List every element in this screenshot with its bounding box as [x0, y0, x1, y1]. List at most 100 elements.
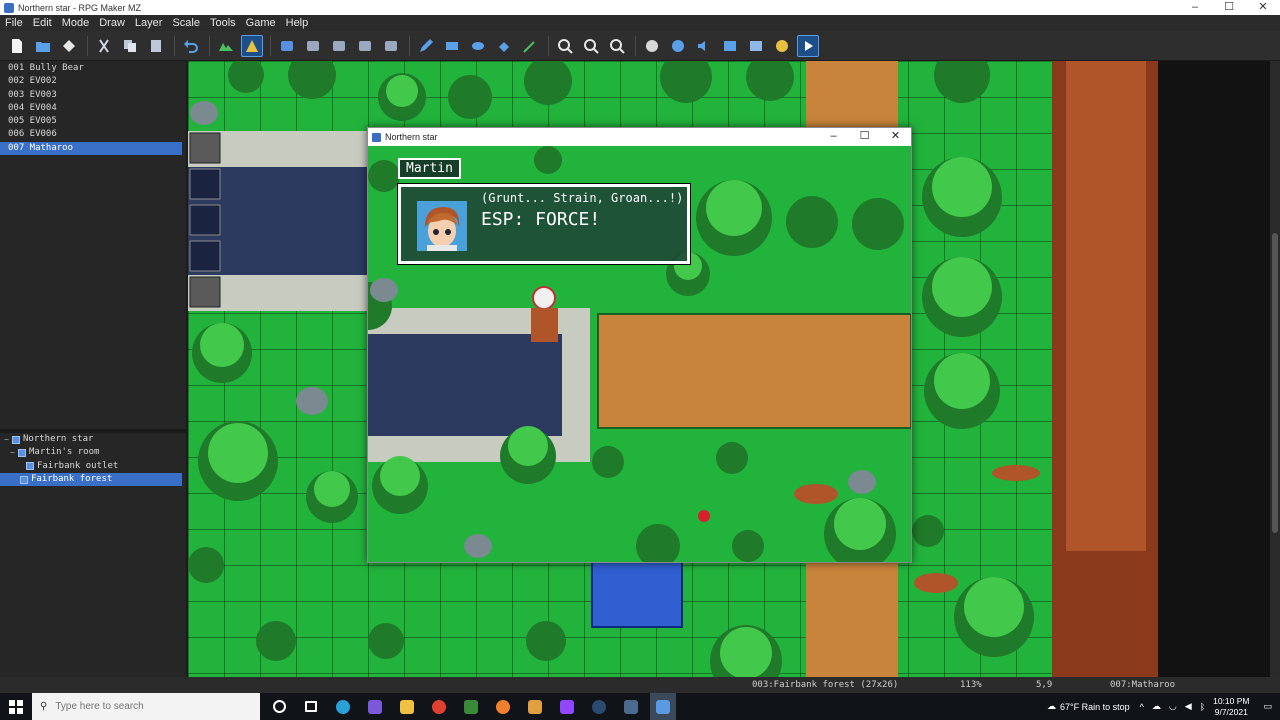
shadow-pen-icon[interactable] — [519, 35, 541, 57]
map-tree-root[interactable]: − Northern star — [0, 433, 186, 446]
map-icon — [20, 475, 28, 484]
window-controls: – ☐ ✕ — [1178, 0, 1280, 15]
event-item-selected[interactable]: 007 Matharoo — [0, 141, 182, 156]
message-text-line-1: (Grunt... Strain, Groan...!) — [481, 191, 684, 205]
maximize-button[interactable]: ☐ — [1212, 0, 1246, 15]
clock-time: 10:10 PM — [1213, 695, 1250, 706]
map-mode-icon[interactable] — [215, 35, 237, 57]
event-item[interactable]: 002 EV002 — [0, 75, 186, 88]
message-window[interactable]: (Grunt... Strain, Groan...!) ESP: FORCE! — [397, 183, 691, 265]
chrome-icon[interactable] — [426, 693, 452, 720]
event-searcher-icon[interactable] — [719, 35, 741, 57]
event-item[interactable]: 005 EV005 — [0, 115, 186, 128]
start-button[interactable] — [0, 693, 32, 720]
close-button[interactable]: ✕ — [1246, 0, 1280, 15]
menu-scale[interactable]: Scale — [167, 17, 205, 29]
app-icon-castle[interactable] — [618, 693, 644, 720]
edge-icon[interactable] — [330, 693, 356, 720]
firefox-icon[interactable] — [490, 693, 516, 720]
network-icon[interactable]: ☁ — [1152, 701, 1161, 712]
rock — [190, 101, 218, 125]
event-item[interactable]: 006 EV006 — [0, 128, 186, 141]
menu-game[interactable]: Game — [241, 17, 281, 29]
new-project-icon[interactable] — [6, 35, 28, 57]
resource-manager-icon[interactable] — [745, 35, 767, 57]
rpg-maker-icon[interactable] — [650, 693, 676, 720]
twitch-icon[interactable] — [554, 693, 580, 720]
tree — [256, 621, 296, 661]
copy-icon[interactable] — [119, 35, 141, 57]
event-item[interactable]: 003 EV003 — [0, 89, 186, 102]
open-project-icon[interactable] — [32, 35, 54, 57]
menu-draw[interactable]: Draw — [94, 17, 130, 29]
event-item[interactable]: 001 Bully Bear — [0, 62, 186, 75]
playtest-icon[interactable] — [797, 34, 819, 57]
layer-1-icon[interactable] — [276, 35, 298, 57]
sound-test-icon[interactable] — [693, 35, 715, 57]
map-tree-item[interactable]: − Martin's room — [0, 446, 186, 459]
layer-auto-icon[interactable] — [380, 35, 402, 57]
map-tree-item-selected[interactable]: Fairbank forest — [0, 472, 182, 487]
playtest-minimize-button[interactable]: – — [818, 128, 849, 146]
notifications-icon[interactable]: ▭ — [1263, 701, 1272, 712]
collapse-icon[interactable]: − — [4, 433, 12, 446]
pencil-icon[interactable] — [415, 35, 437, 57]
menu-mode[interactable]: Mode — [57, 17, 95, 29]
cut-icon[interactable] — [93, 35, 115, 57]
paste-icon[interactable] — [145, 35, 167, 57]
app-icon — [4, 2, 14, 13]
log — [794, 484, 838, 504]
vertical-scrollbar[interactable] — [1270, 61, 1280, 677]
steam-icon[interactable] — [586, 693, 612, 720]
layer-2-icon[interactable] — [302, 35, 324, 57]
layer-3-icon[interactable] — [328, 35, 350, 57]
cortana-icon[interactable] — [266, 693, 292, 720]
menu-help[interactable]: Help — [281, 17, 314, 29]
mushroom — [698, 510, 710, 522]
event-tile-marker — [189, 276, 221, 308]
minimize-button[interactable]: – — [1178, 0, 1212, 15]
wifi-icon[interactable]: ◡ — [1169, 701, 1177, 712]
event-tile-marker — [189, 168, 221, 200]
menu-edit[interactable]: Edit — [28, 17, 57, 29]
map-tree-label: Fairbank outlet — [37, 460, 119, 471]
save-project-icon[interactable] — [58, 35, 80, 57]
menu-file[interactable]: File — [0, 17, 28, 29]
bluetooth-icon[interactable]: ᛒ — [1200, 702, 1205, 712]
event-item[interactable]: 004 EV004 — [0, 102, 186, 115]
task-view-icon[interactable] — [298, 693, 324, 720]
database-icon[interactable] — [641, 35, 663, 57]
layer-4-icon[interactable] — [354, 35, 376, 57]
menu-layer[interactable]: Layer — [130, 17, 168, 29]
map-tree-item[interactable]: Fairbank outlet — [0, 460, 186, 473]
ellipse-icon[interactable] — [467, 35, 489, 57]
playtest-maximize-button[interactable]: ☐ — [849, 128, 880, 146]
app-icon-purple[interactable] — [362, 693, 388, 720]
rectangle-icon[interactable] — [441, 35, 463, 57]
file-explorer-icon[interactable] — [394, 693, 420, 720]
taskbar-search[interactable]: ⚲ — [32, 693, 260, 720]
playtest-window[interactable]: Northern star – ☐ ✕ Martin (Grunt... Str… — [367, 127, 912, 563]
zoom-in-icon[interactable] — [554, 35, 576, 57]
undo-icon[interactable] — [180, 35, 202, 57]
flood-fill-icon[interactable] — [493, 35, 515, 57]
event-mode-icon[interactable] — [241, 34, 263, 57]
app-icon-multicolor[interactable] — [522, 693, 548, 720]
search-input[interactable] — [55, 701, 236, 712]
plugin-manager-icon[interactable] — [667, 35, 689, 57]
tree — [732, 530, 764, 562]
character-generator-icon[interactable] — [771, 35, 793, 57]
collapse-icon[interactable]: − — [10, 446, 18, 459]
scrollbar-thumb[interactable] — [1272, 233, 1278, 533]
menu-tools[interactable]: Tools — [205, 17, 241, 29]
zoom-actual-icon[interactable] — [606, 35, 628, 57]
taskbar-clock[interactable]: 10:10 PM 9/7/2021 — [1213, 696, 1249, 718]
playtest-close-button[interactable]: ✕ — [880, 128, 911, 146]
playtest-title-bar[interactable]: Northern star – ☐ ✕ — [368, 128, 911, 146]
weather-widget[interactable]: ☁ 67°F Rain to stop — [1047, 701, 1130, 712]
app-icon-green[interactable] — [458, 693, 484, 720]
game-viewport[interactable]: Martin (Grunt... Strain, Groan...!) ESP:… — [368, 146, 911, 562]
chevron-up-icon[interactable]: ^ — [1140, 702, 1144, 712]
volume-icon[interactable]: ◀ — [1185, 701, 1192, 712]
zoom-out-icon[interactable] — [580, 35, 602, 57]
